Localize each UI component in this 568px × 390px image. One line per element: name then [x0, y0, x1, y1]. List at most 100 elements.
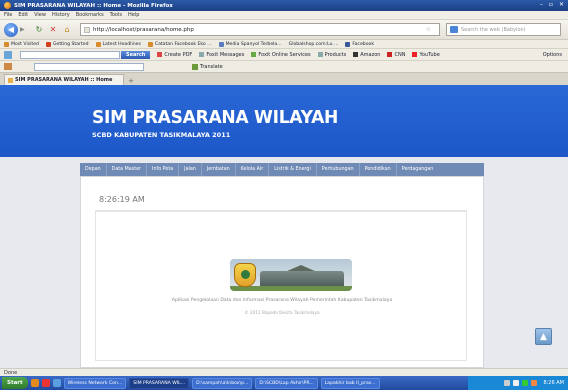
status-text: Done	[4, 369, 18, 376]
toolbar-menu-icon[interactable]	[4, 63, 12, 70]
start-button[interactable]: Start	[2, 377, 28, 389]
nav-listrik-energi[interactable]: Listrik & Energi	[269, 163, 317, 176]
welcome-box: Aplikasi Pengelolaan Data dan Informasi …	[95, 211, 467, 361]
bookmarks-toolbar: Most Visited Getting Started Latest Head…	[0, 40, 568, 49]
translate-button[interactable]: Translate	[192, 63, 223, 70]
page-viewport: SIM PRASARANA WILAYAH SCBD KABUPATEN TAS…	[0, 85, 568, 368]
toolbar-logo-icon[interactable]	[4, 50, 12, 59]
menu-edit[interactable]: Edit	[18, 12, 28, 18]
foxit-messages-button[interactable]: Foxit Messages	[199, 52, 244, 58]
menu-view[interactable]: View	[34, 12, 46, 18]
status-bar: Done	[0, 368, 568, 376]
banner-lawn	[230, 286, 352, 291]
minimize-icon[interactable]: –	[540, 1, 543, 8]
stop-icon[interactable]: ✕	[48, 25, 58, 35]
youtube-button[interactable]: YouTube	[412, 52, 440, 58]
toolbar-options-button[interactable]: Options	[543, 52, 562, 58]
task-lapakhir-bab[interactable]: Lapakhir bab II_pras...	[320, 377, 380, 389]
toolbar-item-label: Amazon	[360, 51, 381, 58]
taskbar-clock[interactable]: 8:26 AM	[543, 380, 564, 386]
regency-emblem-logo	[234, 263, 256, 287]
toolbar-search-input[interactable]	[20, 50, 120, 59]
nav-depan[interactable]: Depan	[80, 163, 107, 176]
bookmark-facebook[interactable]: Facebook	[345, 41, 374, 47]
foxit-online-services-button[interactable]: Foxit Online Services	[251, 51, 311, 58]
bookmark-label: Most Visited	[11, 41, 39, 47]
tab-sim-prasarana[interactable]: SIM PRASARANA WILAYAH :: Home	[4, 74, 124, 85]
nav-data-master[interactable]: Data Master	[107, 163, 148, 176]
menu-history[interactable]: History	[52, 12, 70, 18]
toolbar-item-label: Products	[324, 51, 347, 58]
bookmark-label: Media Spanyol Terbela...	[225, 41, 282, 47]
forward-button[interactable]: ▶	[20, 25, 30, 35]
toolbar-search-button[interactable]: Search	[121, 50, 151, 59]
close-icon[interactable]: ✕	[559, 1, 564, 8]
task-sim-prasarana[interactable]: SIM PRASARANA WIL...	[129, 377, 190, 389]
bookmark-folder-icon	[4, 41, 9, 47]
navigation-toolbar: ◀ ▶ ↻ ✕ ⌂ http://localhost/prasarana/hom…	[0, 20, 568, 40]
tray-network-icon[interactable]	[504, 380, 511, 386]
back-button[interactable]: ◀	[4, 22, 18, 37]
bookmark-label: Getting Started	[52, 41, 89, 47]
task-lap-akhir[interactable]: D:\SCBD\Lap Akhir\PR...	[255, 377, 318, 389]
nav-info-peta[interactable]: Info Peta	[147, 163, 180, 176]
new-tab-button[interactable]: +	[126, 76, 136, 85]
nav-jalan[interactable]: Jalan	[179, 163, 202, 176]
nav-perhubungan[interactable]: Perhubungan	[317, 163, 360, 176]
menu-file[interactable]: File	[4, 12, 12, 18]
window-titlebar: SIM PRASARANA WILAYAH :: Home - Mozilla …	[0, 0, 568, 11]
pdf-icon	[157, 52, 163, 57]
bookmark-catatan-facebook[interactable]: Catatan Facebook Eko ...	[147, 41, 212, 47]
task-wireless-network[interactable]: Wireless Network Con...	[63, 377, 127, 389]
system-tray: 8:26 AM	[468, 376, 568, 390]
tray-volume-icon[interactable]	[513, 380, 520, 386]
toolbar-item-label: Foxit Online Services	[258, 51, 311, 58]
content-panel: 8:26:19 AM Aplikasi Pengelolaan Data dan…	[80, 176, 484, 368]
quicklaunch-chrome-icon[interactable]	[41, 379, 50, 387]
copyright-text: © 2011 Bapeda Desita Tasikmalaya	[244, 310, 320, 315]
secondary-search-input[interactable]	[34, 62, 144, 71]
nav-perdagangan[interactable]: Perdagangan	[397, 163, 439, 176]
bookmark-label: Catatan Facebook Eko ...	[154, 41, 212, 47]
web-search-input[interactable]: Search the web (Babylon)	[446, 23, 561, 36]
bookmark-media-spanyol[interactable]: Media Spanyol Terbela...	[218, 41, 282, 47]
page-favicon	[84, 26, 90, 33]
menu-tools[interactable]: Tools	[110, 12, 122, 18]
menu-bookmarks[interactable]: Bookmarks	[76, 12, 104, 18]
tab-favicon	[8, 77, 13, 83]
site-main-nav: Depan Data Master Info Peta Jalan Jembat…	[80, 163, 484, 176]
search-engine-icon[interactable]	[450, 26, 458, 33]
tray-app-icon[interactable]	[531, 380, 538, 386]
tray-antivirus-icon[interactable]	[522, 380, 529, 386]
cnn-button[interactable]: CNN	[387, 52, 405, 58]
bookmark-getting-started[interactable]: Getting Started	[45, 41, 89, 47]
bookmark-star-icon[interactable]: ☆	[426, 26, 431, 33]
site-subtitle: SCBD KABUPATEN TASIKMALAYA 2011	[92, 131, 231, 139]
tab-label: SIM PRASARANA WILAYAH :: Home	[15, 77, 113, 83]
bookmark-most-visited[interactable]: Most Visited	[4, 41, 39, 47]
bookmark-globalshop[interactable]: Globalshop.com:Lu ...	[289, 42, 339, 47]
menu-help[interactable]: Help	[128, 12, 139, 18]
url-bar[interactable]: http://localhost/prasarana/home.php ☆	[80, 23, 440, 36]
app-description: Aplikasi Pengelolaan Data dan Informasi …	[171, 298, 393, 303]
home-icon[interactable]: ⌂	[62, 25, 72, 35]
window-title: SIM PRASARANA WILAYAH :: Home - Mozilla …	[14, 2, 173, 9]
amazon-button[interactable]: Amazon	[353, 52, 380, 58]
office-banner-image	[230, 259, 352, 291]
site-title: SIM PRASARANA WILAYAH	[92, 107, 339, 128]
tab-strip: SIM PRASARANA WILAYAH :: Home +	[0, 73, 568, 85]
quicklaunch-desktop-icon[interactable]	[52, 379, 61, 387]
amazon-icon	[353, 52, 359, 57]
bookmark-latest-headlines[interactable]: Latest Headlines	[95, 41, 141, 47]
nav-kelola-air[interactable]: Kelola Air	[236, 163, 270, 176]
quicklaunch-firefox-icon[interactable]	[30, 379, 39, 387]
maximize-icon[interactable]: ▫	[549, 1, 553, 8]
task-inbox-folder[interactable]: D:\sampah\a\Inbox\p...	[192, 377, 253, 389]
nav-pendidikan[interactable]: Pendidikan	[360, 163, 397, 176]
products-button[interactable]: Products	[317, 51, 347, 58]
reload-icon[interactable]: ↻	[34, 25, 44, 35]
create-pdf-button[interactable]: Create PDF	[157, 52, 192, 58]
nav-jembatan[interactable]: Jembatan	[202, 163, 236, 176]
babylon-toolbar: Search Create PDF Foxit Messages Foxit O…	[0, 49, 568, 61]
scroll-to-top-button[interactable]: ▲	[535, 328, 552, 345]
